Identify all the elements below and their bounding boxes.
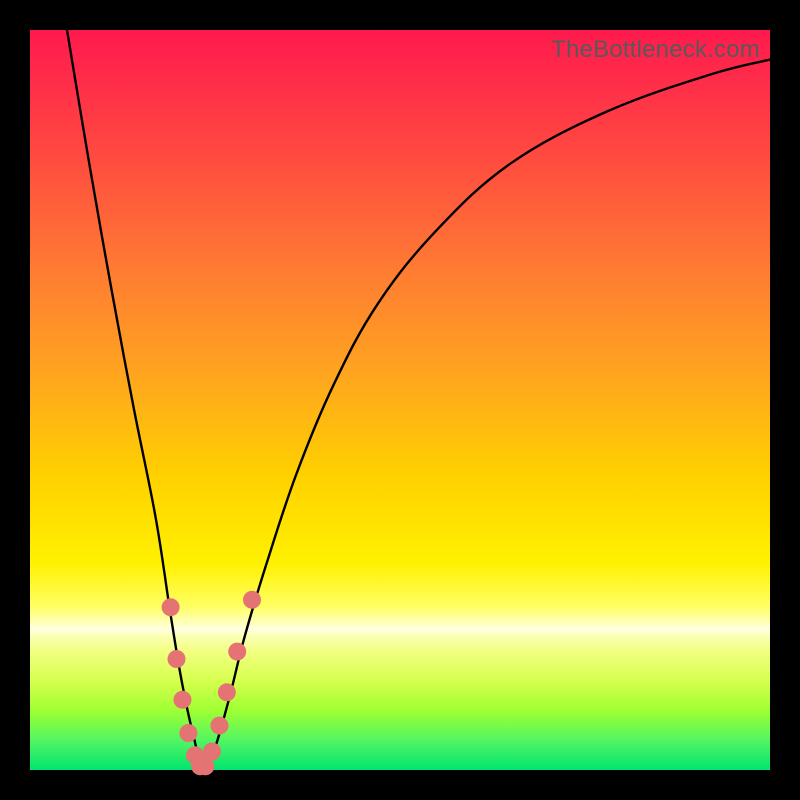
- highlight-dot: [243, 591, 261, 609]
- outer-frame: TheBottleneck.com: [0, 0, 800, 800]
- highlight-dot: [168, 650, 186, 668]
- highlight-dot: [210, 717, 228, 735]
- highlight-dot: [173, 691, 191, 709]
- watermark-text: TheBottleneck.com: [551, 36, 760, 64]
- highlight-dot: [228, 643, 246, 661]
- curve-layer: [30, 30, 770, 770]
- highlight-dot: [162, 598, 180, 616]
- highlight-dots: [162, 591, 261, 776]
- highlight-dot: [203, 743, 221, 761]
- highlight-dot: [179, 724, 197, 742]
- plot-area: TheBottleneck.com: [30, 30, 770, 770]
- highlight-dot: [218, 683, 236, 701]
